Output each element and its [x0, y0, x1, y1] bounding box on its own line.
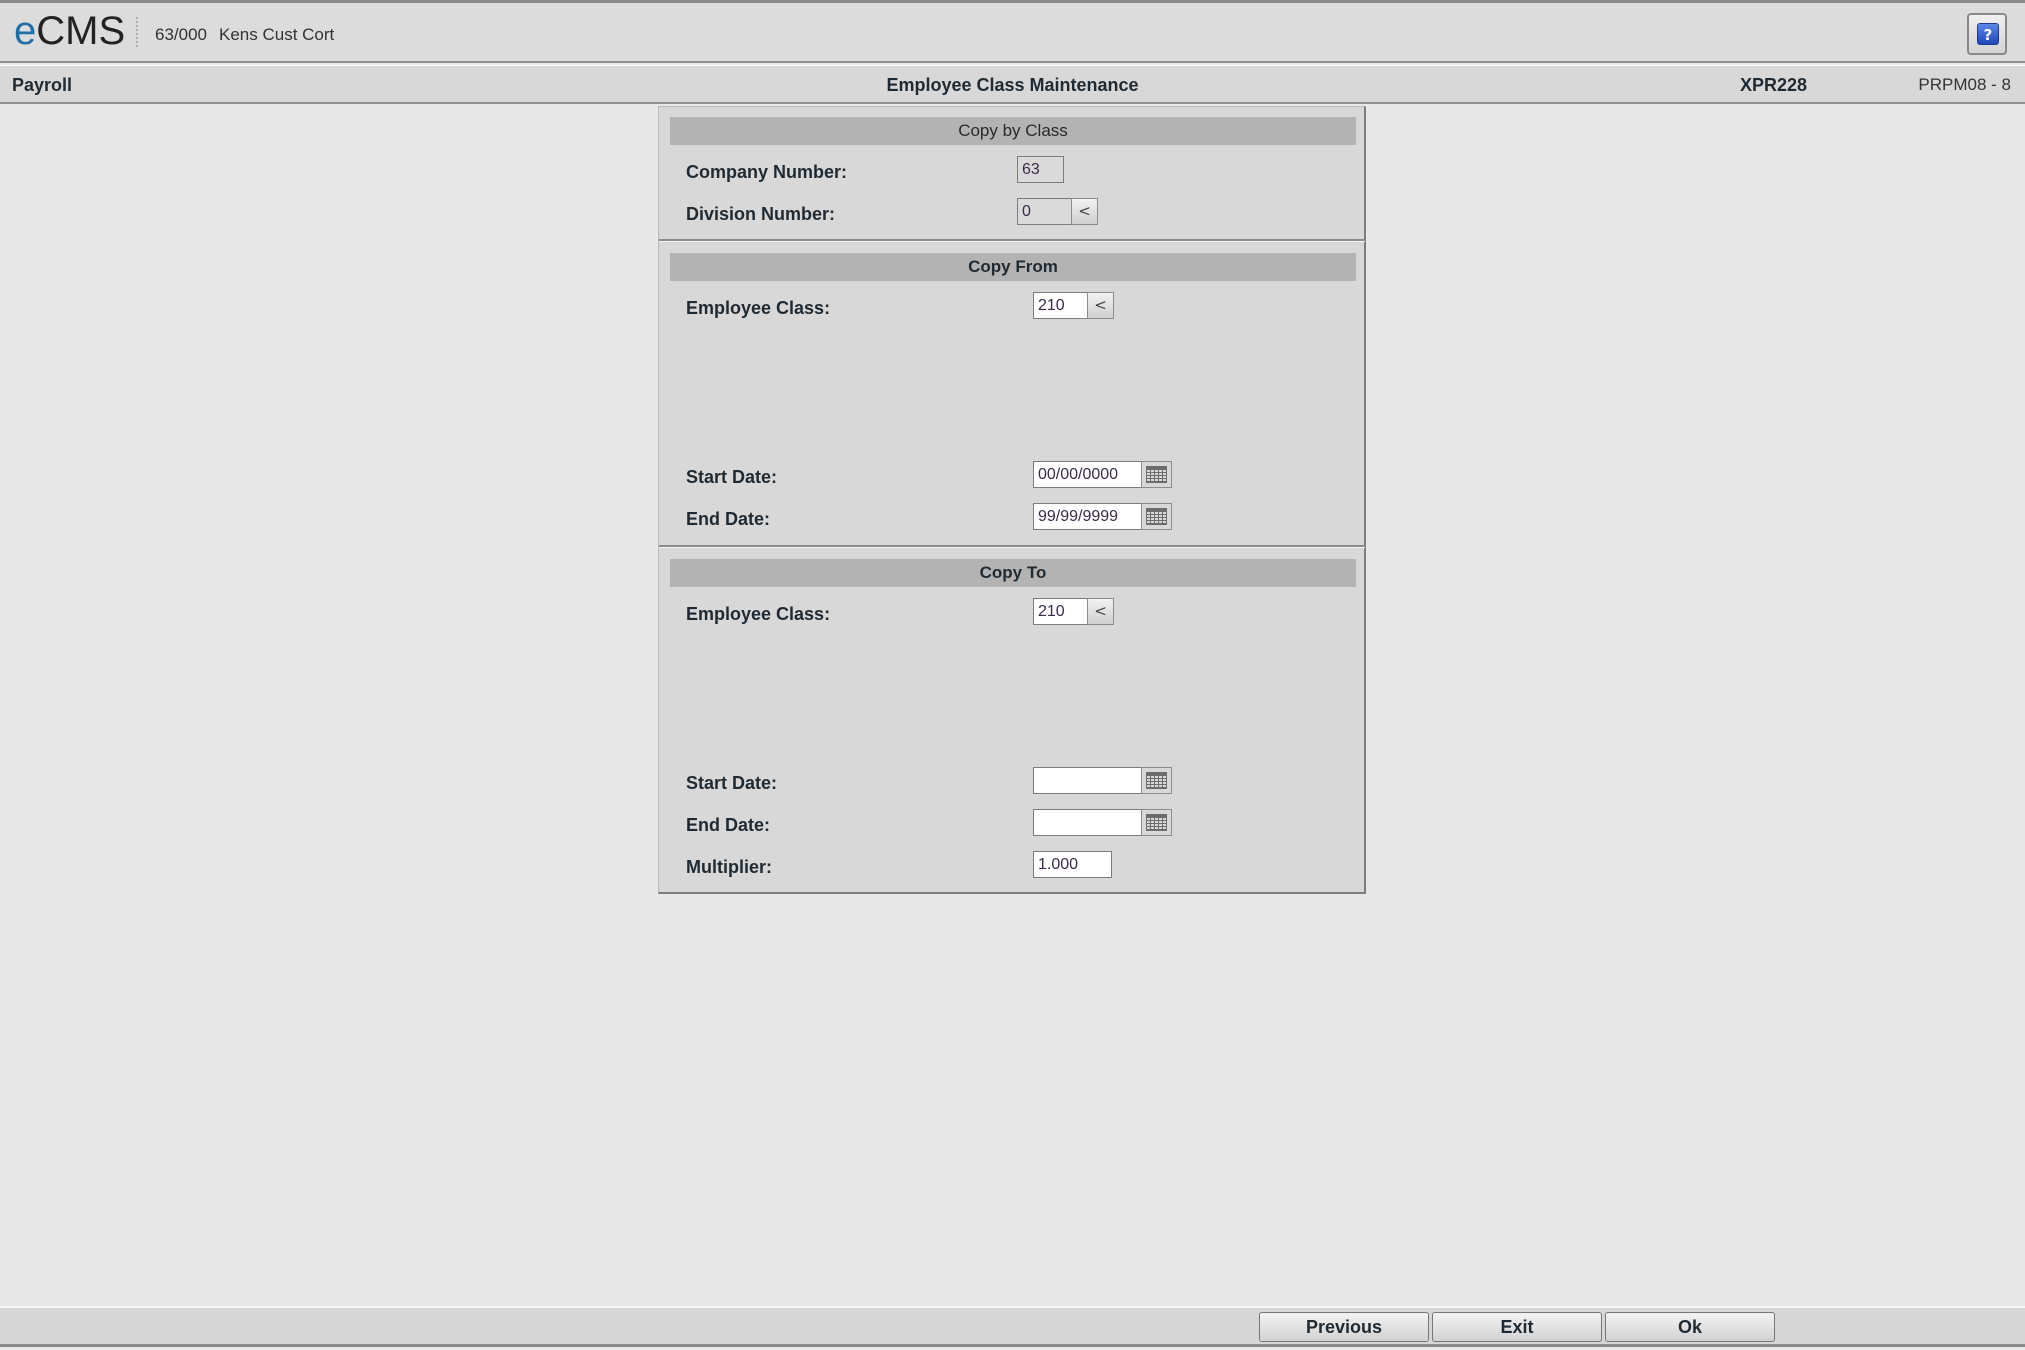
section-heading-copy-from: Copy From: [670, 253, 1356, 281]
calendar-icon[interactable]: [1141, 809, 1172, 836]
to-employee-class-lookup-button[interactable]: <: [1087, 598, 1114, 625]
top-bar: eCMS 63/000 Kens Cust Cort ?: [0, 0, 2025, 63]
division-number-label: Division Number:: [686, 204, 836, 224]
calendar-icon[interactable]: [1141, 461, 1172, 488]
company-number-label: Company Number:: [686, 162, 848, 182]
screen-id: PRPM08 - 8: [1918, 75, 2011, 94]
section-divider: [659, 239, 1365, 242]
module-name: Payroll: [12, 75, 73, 95]
section-heading-copy-to: Copy To: [670, 559, 1356, 587]
section-divider: [659, 545, 1365, 548]
to-end-date-label: End Date:: [686, 815, 771, 835]
program-id: XPR228: [1740, 75, 1808, 95]
logo-separator: [136, 17, 139, 47]
exit-button[interactable]: Exit: [1432, 1312, 1602, 1342]
multiplier-field[interactable]: 1.000: [1033, 851, 1112, 878]
previous-button[interactable]: Previous: [1259, 1312, 1429, 1342]
to-employee-class-field[interactable]: 210: [1033, 598, 1088, 625]
section-heading-copy-by-class: Copy by Class: [670, 117, 1356, 145]
from-start-date-field[interactable]: 00/00/0000: [1033, 461, 1142, 488]
calendar-icon[interactable]: [1141, 503, 1172, 530]
ecms-logo: eCMS: [14, 9, 126, 53]
footer-bar: Previous Exit Ok: [0, 1306, 2025, 1347]
company-code: 63/000: [155, 25, 207, 44]
from-employee-class-field[interactable]: 210: [1033, 292, 1088, 319]
multiplier-label: Multiplier:: [686, 857, 772, 877]
company-info: 63/000 Kens Cust Cort: [155, 25, 346, 45]
from-end-date-label: End Date:: [686, 509, 771, 529]
company-name: Kens Cust Cort: [219, 25, 335, 44]
to-employee-class-label: Employee Class:: [686, 604, 831, 624]
from-employee-class-label: Employee Class:: [686, 298, 831, 318]
form-panel: Copy by Class Company Number: 63 Divisio…: [658, 106, 1366, 894]
to-end-date-field[interactable]: [1033, 809, 1142, 836]
division-number-field[interactable]: 0: [1017, 198, 1072, 225]
to-start-date-label: Start Date:: [686, 773, 778, 793]
calendar-icon[interactable]: [1141, 767, 1172, 794]
help-button[interactable]: ?: [1967, 13, 2007, 55]
help-icon: ?: [1977, 23, 1999, 45]
ok-button[interactable]: Ok: [1605, 1312, 1775, 1342]
company-number-field[interactable]: 63: [1017, 156, 1064, 183]
to-start-date-field[interactable]: [1033, 767, 1142, 794]
from-end-date-field[interactable]: 99/99/9999: [1033, 503, 1142, 530]
division-lookup-button[interactable]: <: [1071, 198, 1098, 225]
header-bar: Employee Class Maintenance Payroll XPR22…: [0, 65, 2025, 104]
from-start-date-label: Start Date:: [686, 467, 778, 487]
page-title: Employee Class Maintenance: [886, 75, 1139, 95]
from-employee-class-lookup-button[interactable]: <: [1087, 292, 1114, 319]
